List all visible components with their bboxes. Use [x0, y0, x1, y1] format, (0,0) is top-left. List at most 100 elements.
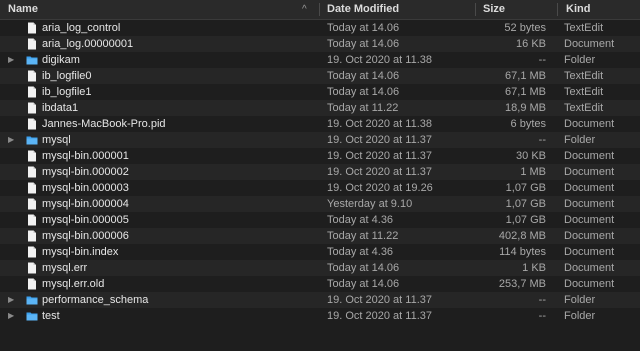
date-modified: Today at 14.06: [327, 22, 400, 34]
file-kind: Document: [564, 118, 615, 130]
list-item[interactable]: mysql-bin.000006 Today at 11.22 402,8 MB Do…: [0, 228, 640, 244]
date-modified: Today at 11.22: [327, 230, 399, 242]
sort-ascending-icon[interactable]: ^: [302, 0, 307, 19]
file-kind: Document: [564, 38, 615, 50]
column-header-name[interactable]: Name: [8, 0, 38, 19]
date-modified: 19. Oct 2020 at 11.38: [327, 118, 432, 130]
column-divider[interactable]: [557, 3, 558, 16]
list-item[interactable]: ib_logfile1 Today at 14.06 67,1 MB TextEdit: [0, 84, 640, 100]
document-icon: [26, 86, 38, 98]
column-header-date-modified[interactable]: Date Modified: [327, 0, 399, 19]
disclosure-triangle-icon[interactable]: ▶: [8, 308, 18, 324]
date-modified: 19. Oct 2020 at 19.26: [327, 182, 433, 194]
list-item[interactable]: mysql-bin.000003 19. Oct 2020 at 19.26 1,0…: [0, 180, 640, 196]
file-kind: Document: [564, 278, 615, 290]
file-size: 67,1 MB: [505, 70, 546, 82]
file-name: mysql: [42, 134, 71, 146]
date-modified: Today at 14.06: [327, 278, 400, 290]
column-divider[interactable]: [319, 3, 320, 16]
file-name: performance_schema: [42, 294, 149, 306]
list-item[interactable]: ▶ performance_schema 19. Oct 2020 at 11.37…: [0, 292, 640, 308]
folder-icon: [26, 134, 38, 146]
document-icon: [26, 278, 38, 290]
document-icon: [26, 102, 38, 114]
disclosure-triangle-icon[interactable]: ▶: [8, 52, 18, 68]
file-name: digikam: [42, 54, 80, 66]
file-list: aria_log_control Today at 14.06 52 bytes Te…: [0, 20, 640, 324]
file-size: 1,07 GB: [505, 214, 546, 226]
date-modified: 19. Oct 2020 at 11.37: [327, 294, 432, 306]
file-size: 67,1 MB: [505, 86, 546, 98]
disclosure-triangle-icon[interactable]: ▶: [8, 292, 18, 308]
column-header-kind[interactable]: Kind: [566, 0, 590, 19]
file-size: 52 bytes: [504, 22, 546, 34]
document-icon: [26, 214, 38, 226]
date-modified: 19. Oct 2020 at 11.37: [327, 166, 432, 178]
folder-icon: [26, 294, 38, 306]
file-kind: Document: [564, 262, 615, 274]
folder-icon: [26, 310, 38, 322]
file-kind: TextEdit: [564, 70, 604, 82]
file-kind: Document: [564, 246, 615, 258]
finder-list-view: Name ^ Date Modified Size Kind aria_log_…: [0, 0, 640, 351]
list-item[interactable]: mysql.err.old Today at 14.06 253,7 MB Docum…: [0, 276, 640, 292]
document-icon: [26, 22, 38, 34]
file-name: Jannes-MacBook-Pro.pid: [42, 118, 166, 130]
column-header-bar: Name ^ Date Modified Size Kind: [0, 0, 640, 20]
file-name: aria_log.00000001: [42, 38, 134, 50]
file-name: mysql.err.old: [42, 278, 105, 290]
list-item[interactable]: mysql-bin.000004 Yesterday at 9.10 1,07 GB…: [0, 196, 640, 212]
file-size: 1 KB: [522, 262, 546, 274]
list-item[interactable]: mysql-bin.000001 19. Oct 2020 at 11.37 30 …: [0, 148, 640, 164]
file-name: mysql.err: [42, 262, 88, 274]
document-icon: [26, 198, 38, 210]
file-kind: Document: [564, 150, 615, 162]
list-item[interactable]: mysql.err Today at 14.06 1 KB Document: [0, 260, 640, 276]
list-item[interactable]: mysql-bin.index Today at 4.36 114 bytes Doc…: [0, 244, 640, 260]
list-item[interactable]: ▶ mysql 19. Oct 2020 at 11.37 -- Folder: [0, 132, 640, 148]
file-kind: Folder: [564, 310, 596, 322]
file-kind: Folder: [564, 294, 596, 306]
list-item[interactable]: mysql-bin.000002 19. Oct 2020 at 11.37 1 M…: [0, 164, 640, 180]
list-item[interactable]: Jannes-MacBook-Pro.pid 19. Oct 2020 at 11…: [0, 116, 640, 132]
file-name: mysql-bin.000005: [42, 214, 129, 226]
list-item[interactable]: aria_log.00000001 Today at 14.06 16 KB Docu…: [0, 36, 640, 52]
date-modified: Today at 14.06: [327, 262, 400, 274]
folder-icon: [26, 54, 38, 66]
document-icon: [26, 182, 38, 194]
file-kind: Document: [564, 214, 615, 226]
file-name: mysql-bin.000006: [42, 230, 129, 242]
file-name: mysql-bin.000002: [42, 166, 129, 178]
list-item[interactable]: ▶ digikam 19. Oct 2020 at 11.38 -- Folder: [0, 52, 640, 68]
disclosure-triangle-icon[interactable]: ▶: [8, 132, 18, 148]
file-size: 30 KB: [516, 150, 546, 162]
list-item[interactable]: ib_logfile0 Today at 14.06 67,1 MB TextEdit: [0, 68, 640, 84]
date-modified: 19. Oct 2020 at 11.38: [327, 54, 432, 66]
file-size: 253,7 MB: [498, 278, 546, 290]
list-item[interactable]: ibdata1 Today at 11.22 18,9 MB TextEdit: [0, 100, 640, 116]
document-icon: [26, 70, 38, 82]
file-kind: TextEdit: [564, 22, 604, 34]
file-name: ib_logfile0: [42, 70, 92, 82]
file-kind: Folder: [564, 54, 596, 66]
file-size: 16 KB: [516, 38, 546, 50]
date-modified: Today at 14.06: [327, 86, 400, 98]
column-divider[interactable]: [475, 3, 476, 16]
file-kind: Document: [564, 182, 615, 194]
list-item[interactable]: mysql-bin.000005 Today at 4.36 1,07 GB Docu…: [0, 212, 640, 228]
file-size: 1,07 GB: [505, 198, 546, 210]
file-size: 402,8 MB: [498, 230, 546, 242]
document-icon: [26, 118, 38, 130]
list-item[interactable]: aria_log_control Today at 14.06 52 bytes Te…: [0, 20, 640, 36]
column-header-size[interactable]: Size: [483, 0, 505, 19]
file-size: --: [538, 134, 546, 146]
date-modified: 19. Oct 2020 at 11.37: [327, 310, 432, 322]
date-modified: 19. Oct 2020 at 11.37: [327, 134, 432, 146]
file-size: 1 MB: [520, 166, 546, 178]
file-size: --: [538, 54, 546, 66]
document-icon: [26, 150, 38, 162]
file-kind: Folder: [564, 134, 596, 146]
list-item[interactable]: ▶ test 19. Oct 2020 at 11.37 -- Folder: [0, 308, 640, 324]
date-modified: 19. Oct 2020 at 11.37: [327, 150, 432, 162]
document-icon: [26, 38, 38, 50]
